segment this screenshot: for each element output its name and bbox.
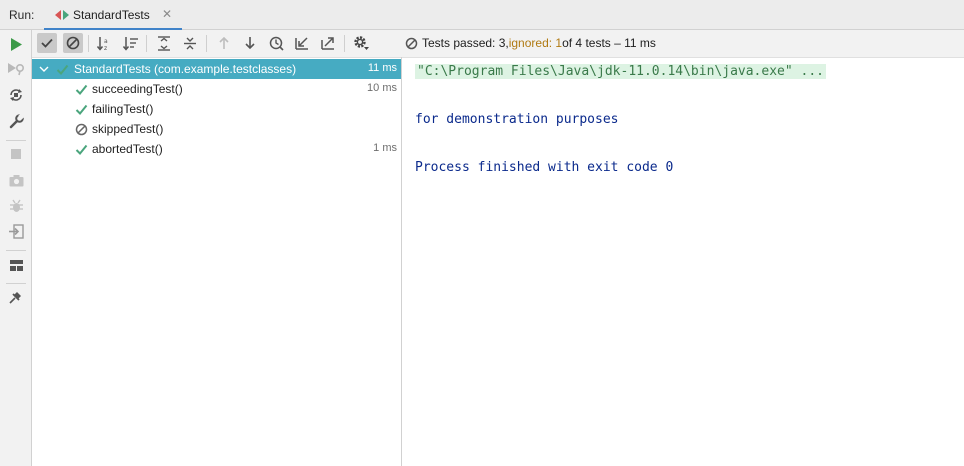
screenshot-icon[interactable]	[7, 171, 25, 189]
run-config-icon	[55, 10, 69, 20]
console-line: for demonstration purposes	[415, 112, 619, 127]
passed-icon	[75, 84, 88, 95]
console-line: Process finished with exit code 0	[415, 160, 674, 175]
toolbar-separator	[206, 35, 207, 52]
sidebar-separator	[6, 283, 26, 284]
show-passed-icon[interactable]	[37, 33, 57, 53]
tree-row-label: failingTest()	[92, 102, 154, 116]
tree-row-label: StandardTests (com.example.testclasses)	[74, 62, 297, 76]
settings-gear-icon[interactable]	[351, 33, 371, 53]
passed-icon	[75, 104, 88, 115]
passed-icon	[75, 144, 88, 155]
ignored-icon	[75, 123, 88, 136]
toolbar-separator	[88, 35, 89, 52]
exit-icon[interactable]	[7, 222, 25, 240]
test-history-icon[interactable]	[266, 33, 286, 53]
tree-root-row[interactable]: StandardTests (com.example.testclasses) …	[32, 59, 401, 79]
ignored-status-icon	[405, 37, 418, 49]
svg-text:z: z	[104, 45, 107, 51]
rerun-failed-icon[interactable]	[7, 60, 25, 78]
import-tests-icon[interactable]	[292, 33, 312, 53]
tab-title: StandardTests	[73, 8, 150, 22]
svg-text:a: a	[104, 38, 108, 45]
export-tests-icon[interactable]	[318, 33, 338, 53]
sidebar-separator	[6, 140, 26, 141]
settings-wrench-icon[interactable]	[7, 112, 25, 130]
close-icon[interactable]: ✕	[162, 7, 172, 21]
tree-row[interactable]: failingTest()	[32, 99, 401, 119]
previous-failed-icon[interactable]	[214, 33, 234, 53]
toggle-auto-test-icon[interactable]	[7, 86, 25, 104]
run-label: Run:	[9, 8, 35, 22]
tree-row-duration: 11 ms	[367, 62, 397, 74]
run-sidebar	[0, 30, 32, 466]
stop-icon[interactable]	[7, 145, 25, 163]
rerun-icon[interactable]	[7, 35, 25, 53]
tree-row-label: abortedTest()	[92, 142, 163, 156]
sort-alphabetically-icon[interactable]: a z	[95, 33, 115, 53]
test-status-summary: Tests passed: 3, ignored: 1 of 4 tests –…	[405, 36, 656, 50]
chevron-down-icon[interactable]	[38, 63, 50, 75]
show-ignored-icon[interactable]	[63, 33, 83, 53]
tree-row[interactable]: skippedTest()	[32, 119, 401, 139]
layout-icon[interactable]	[7, 256, 25, 274]
test-results-tree: StandardTests (com.example.testclasses) …	[32, 57, 401, 466]
sidebar-separator	[6, 250, 26, 251]
expand-all-icon[interactable]	[154, 33, 174, 53]
console-output[interactable]: "C:\Program Files\Java\jdk-11.0.14\bin\j…	[402, 57, 964, 466]
toolbar-separator	[344, 35, 345, 52]
status-passed-text: Tests passed: 3,	[422, 36, 509, 50]
tree-row[interactable]: succeedingTest() 10 ms	[32, 79, 401, 99]
tree-row-duration: 1 ms	[373, 142, 397, 154]
toolbar-separator	[146, 35, 147, 52]
tab-standard-tests[interactable]: StandardTests ✕	[44, 0, 182, 31]
collapse-all-icon[interactable]	[180, 33, 200, 53]
pin-icon[interactable]	[7, 288, 25, 306]
console-command-line[interactable]: "C:\Program Files\Java\jdk-11.0.14\bin\j…	[415, 64, 826, 79]
tree-row-label: skippedTest()	[92, 122, 164, 136]
tree-row-duration: 10 ms	[367, 82, 397, 94]
tool-window-header: Run: StandardTests ✕	[0, 0, 964, 31]
status-total-text: of 4 tests – 11 ms	[562, 36, 656, 50]
test-runner-toolbar: a z Tests passed: 3, ignored: 1 of 4 tes…	[32, 30, 964, 57]
tree-row[interactable]: abortedTest() 1 ms	[32, 139, 401, 159]
passed-icon	[56, 64, 69, 75]
tree-row-label: succeedingTest()	[92, 82, 183, 96]
debug-icon[interactable]	[7, 197, 25, 215]
next-failed-icon[interactable]	[240, 33, 260, 53]
sort-by-duration-icon[interactable]	[121, 33, 141, 53]
status-ignored-text: ignored: 1	[508, 36, 563, 50]
